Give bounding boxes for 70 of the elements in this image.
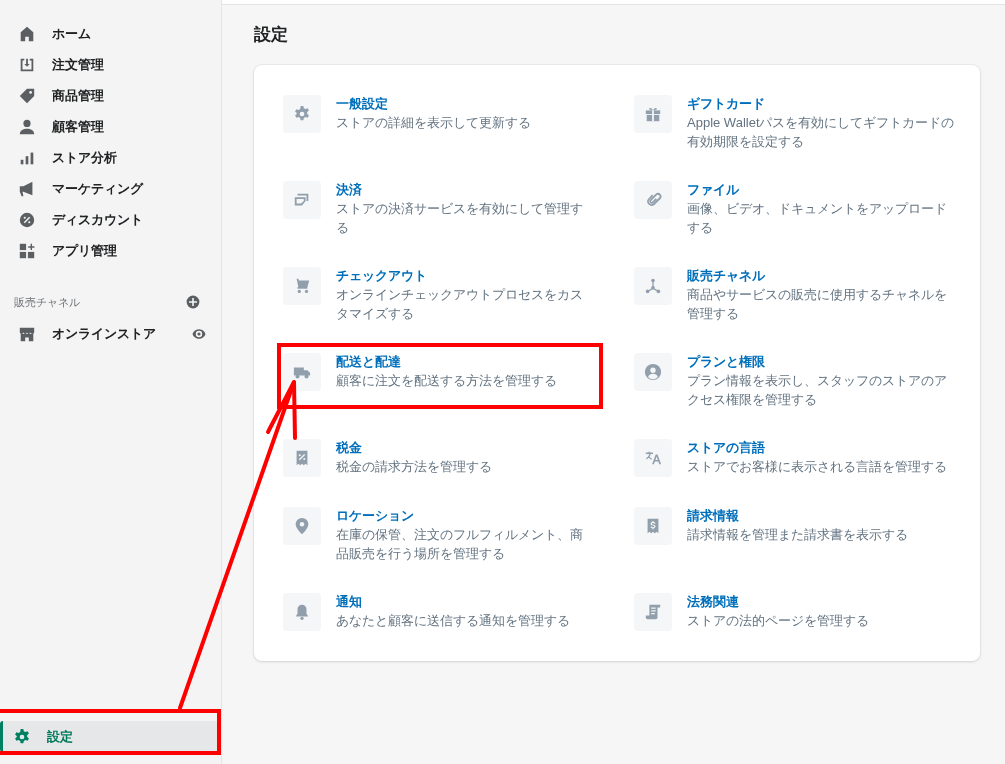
settings-title: ギフトカード: [687, 95, 766, 113]
gear-icon: [13, 727, 31, 746]
settings-item[interactable]: 法務関連 ストアの法的ページを管理する: [634, 578, 964, 646]
settings-title: 税金: [336, 439, 363, 457]
settings-title: ストアの言語: [687, 439, 766, 457]
settings-description: 請求情報を管理また請求書を表示する: [687, 526, 909, 544]
home-icon: [18, 24, 36, 43]
settings-item[interactable]: 決済 ストアの決済サービスを有効にして管理する: [283, 166, 634, 252]
settings-item[interactable]: ギフトカード Apple Walletパスを有効にしてギフトカードの有効期限を設定する: [634, 80, 964, 166]
nav-item[interactable]: 注文管理: [8, 49, 213, 80]
settings-description: 画像、ビデオ、ドキュメントをアップロードする: [687, 200, 948, 237]
gift-icon: [644, 105, 662, 123]
settings-item[interactable]: 一般設定 ストアの詳細を表示して更新する: [283, 80, 634, 166]
settings-description: ストアの決済サービスを有効にして管理する: [336, 200, 584, 237]
bell-icon: [293, 603, 311, 621]
person-icon: [18, 117, 36, 136]
settings-description: Apple Walletパスを有効にしてギフトカードの有効期限を設定する: [687, 114, 955, 151]
location-pin-icon: [293, 517, 311, 535]
discount-badge-icon: [18, 210, 36, 229]
settings-description: ストアの詳細を表示して更新する: [336, 114, 532, 132]
settings-title: チェックアウト: [336, 267, 428, 285]
scroll-document-icon: [644, 603, 662, 621]
nav-item[interactable]: ホーム: [8, 18, 213, 49]
settings-item[interactable]: プランと権限 プラン情報を表示し、スタッフのストアのアクセス権限を管理する: [634, 338, 964, 424]
settings-item[interactable]: 通知 あなたと顧客に送信する通知を管理する: [283, 578, 634, 646]
paperclip-icon: [644, 191, 662, 209]
settings-description: 商品やサービスの販売に使用するチャネルを管理する: [687, 286, 948, 323]
settings-item[interactable]: チェックアウト オンラインチェックアウトプロセスをカスタマイズする: [283, 252, 634, 338]
settings-description: ストアの法的ページを管理する: [687, 612, 870, 630]
settings-title: 法務関連: [687, 593, 740, 611]
network-nodes-icon: [644, 277, 662, 295]
nav-item[interactable]: オンラインストア: [8, 318, 183, 349]
settings-description: オンラインチェックアウトプロセスをカスタマイズする: [336, 286, 584, 323]
settings-description: ストアでお客様に表示される言語を管理する: [687, 458, 948, 476]
settings-item[interactable]: 販売チャネル 商品やサービスの販売に使用するチャネルを管理する: [634, 252, 964, 338]
settings-title: プランと権限: [687, 353, 766, 371]
settings-title: 一般設定: [336, 95, 389, 113]
nav-item[interactable]: 商品管理: [8, 80, 213, 111]
settings-description: プラン情報を表示し、スタッフのストアのアクセス権限を管理する: [687, 372, 948, 409]
settings-description: あなたと顧客に送信する通知を管理する: [336, 612, 571, 630]
settings-item[interactable]: ファイル 画像、ビデオ、ドキュメントをアップロードする: [634, 166, 964, 252]
settings-item[interactable]: 税金 税金の請求方法を管理する: [283, 424, 634, 492]
settings-title: 決済: [336, 181, 363, 199]
nav-item[interactable]: ディスカウント: [8, 204, 213, 235]
nav-item[interactable]: 顧客管理: [8, 111, 213, 142]
settings-item[interactable]: 請求情報 請求情報を管理また請求書を表示する: [634, 492, 964, 578]
section-heading: 販売チャネル: [14, 294, 80, 310]
gear-icon: [293, 105, 311, 123]
settings-title: 販売チャネル: [687, 267, 766, 285]
settings-item[interactable]: ストアの言語 ストアでお客様に表示される言語を管理する: [634, 424, 964, 492]
tag-icon: [18, 86, 36, 105]
nav-item[interactable]: アプリ管理: [8, 235, 213, 266]
settings-title: 請求情報: [687, 507, 740, 525]
settings-title: ファイル: [687, 181, 740, 199]
settings-item[interactable]: ロケーション 在庫の保管、注文のフルフィルメント、商品販売を行う場所を管理する: [283, 492, 634, 578]
nav-item[interactable]: ストア分析: [8, 142, 213, 173]
nav-item[interactable]: マーケティング: [8, 173, 213, 204]
settings-title: 配送と配達: [336, 353, 402, 371]
plus-circle-icon: [185, 294, 201, 310]
user-circle-icon: [644, 363, 662, 381]
translate-icon: [644, 449, 662, 467]
settings-title: 通知: [336, 593, 363, 611]
settings-description: 顧客に注文を配送する方法を管理する: [336, 372, 558, 390]
settings-item[interactable]: 配送と配達 顧客に注文を配送する方法を管理する: [283, 338, 634, 424]
add-channel-button[interactable]: [185, 294, 201, 310]
settings-description: 在庫の保管、注文のフルフィルメント、商品販売を行う場所を管理する: [336, 526, 584, 563]
settings-description: 税金の請求方法を管理する: [336, 458, 493, 476]
apps-grid-icon: [18, 241, 36, 260]
settings-title: ロケーション: [336, 507, 415, 525]
page-title: 設定: [254, 24, 289, 46]
